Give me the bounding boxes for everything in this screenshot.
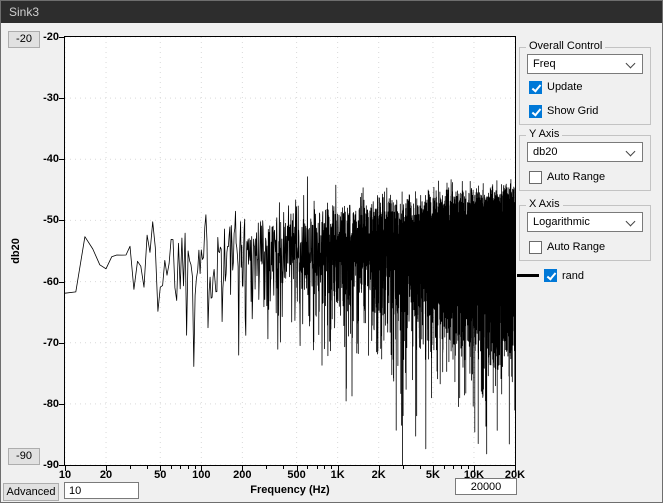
- overall-dropdown[interactable]: Freq: [527, 54, 643, 74]
- legend-line-sample: [517, 274, 539, 277]
- x-minor-tick-mark: [147, 466, 148, 469]
- y-auto-range-row[interactable]: Auto Range: [529, 170, 605, 184]
- show-grid-row[interactable]: Show Grid: [529, 104, 598, 118]
- update-checkbox[interactable]: [529, 81, 542, 94]
- advanced-button[interactable]: Advanced: [3, 483, 59, 501]
- x-tick-mark: [379, 466, 380, 471]
- x-minor-tick-mark: [283, 466, 284, 469]
- update-row[interactable]: Update: [529, 80, 582, 94]
- x-minor-tick-mark: [307, 466, 308, 469]
- group-overall-control: Overall Control Freq Update Show Grid: [519, 47, 651, 125]
- x-minor-tick-mark: [324, 466, 325, 469]
- x-minor-tick-mark: [188, 466, 189, 469]
- y-tick-mark: [59, 220, 64, 221]
- y-tick-label: -40: [23, 152, 59, 166]
- chevron-down-icon: [626, 217, 636, 227]
- plot-canvas[interactable]: [64, 36, 516, 466]
- x-minor-tick-mark: [453, 466, 454, 469]
- x-auto-range-label: Auto Range: [547, 241, 605, 253]
- y-axis-dropdown-value: db20: [533, 146, 557, 158]
- spectrum-chart: [65, 37, 515, 465]
- legend-rand-label: rand: [562, 270, 584, 282]
- titlebar[interactable]: Sink3: [1, 1, 662, 23]
- update-label: Update: [547, 81, 582, 93]
- y-axis-title: db20: [10, 221, 22, 281]
- x-minor-tick-mark: [317, 466, 318, 469]
- y-tick-mark: [59, 282, 64, 283]
- y-auto-range-checkbox[interactable]: [529, 171, 542, 184]
- x-max-input[interactable]: [455, 478, 517, 495]
- x-minor-tick-mark: [420, 466, 421, 469]
- y-auto-range-label: Auto Range: [547, 171, 605, 183]
- x-minor-tick-mark: [461, 466, 462, 469]
- x-axis-dropdown-value: Logarithmic: [533, 216, 590, 228]
- x-minor-tick-mark: [266, 466, 267, 469]
- x-tick-mark: [106, 466, 107, 471]
- y-tick-label: -50: [23, 213, 59, 227]
- x-tick-mark: [474, 466, 475, 471]
- x-minor-tick-mark: [195, 466, 196, 469]
- y-tick-mark: [59, 343, 64, 344]
- group-y-axis-title: Y Axis: [526, 128, 562, 140]
- x-minor-tick-mark: [403, 466, 404, 469]
- y-tick-mark: [59, 465, 64, 466]
- group-y-axis: Y Axis db20 Auto Range: [519, 135, 651, 191]
- chevron-down-icon: [626, 59, 636, 69]
- x-tick-mark: [338, 466, 339, 471]
- window-body: -20 -90 db20 Frequency (Hz) -20-30-40-50…: [1, 23, 662, 502]
- group-overall-title: Overall Control: [526, 40, 605, 52]
- y-tick-label: -60: [23, 275, 59, 289]
- x-auto-range-row[interactable]: Auto Range: [529, 240, 605, 254]
- y-tick-label: -20: [23, 30, 59, 44]
- x-minor-tick-mark: [331, 466, 332, 469]
- y-tick-mark: [59, 37, 64, 38]
- x-minor-tick-mark: [468, 466, 469, 469]
- chevron-down-icon: [626, 147, 636, 157]
- y-tick-label: -80: [23, 397, 59, 411]
- x-auto-range-checkbox[interactable]: [529, 241, 542, 254]
- y-tick-label: -70: [23, 336, 59, 350]
- x-minor-tick-mark: [444, 466, 445, 469]
- show-grid-label: Show Grid: [547, 105, 598, 117]
- overall-dropdown-value: Freq: [533, 58, 556, 70]
- x-tick-mark: [297, 466, 298, 471]
- x-tick-mark: [65, 466, 66, 471]
- x-axis-dropdown[interactable]: Logarithmic: [527, 212, 643, 232]
- legend-rand-checkbox[interactable]: [544, 269, 557, 282]
- group-x-axis: X Axis Logarithmic Auto Range: [519, 205, 651, 261]
- legend: rand: [517, 269, 584, 282]
- window-title: Sink3: [9, 5, 39, 19]
- x-tick-mark: [160, 466, 161, 471]
- x-tick-mark: [515, 466, 516, 471]
- x-tick-mark: [433, 466, 434, 471]
- x-tick-mark: [242, 466, 243, 471]
- y-tick-label: -30: [23, 91, 59, 105]
- x-minor-tick-mark: [130, 466, 131, 469]
- x-minor-tick-mark: [171, 466, 172, 469]
- x-tick-mark: [201, 466, 202, 471]
- y-tick-mark: [59, 159, 64, 160]
- group-x-axis-title: X Axis: [526, 198, 563, 210]
- sink-window: Sink3 -20 -90 db20 Frequency (Hz) -20-30…: [0, 0, 663, 503]
- show-grid-checkbox[interactable]: [529, 105, 542, 118]
- x-minor-tick-mark: [180, 466, 181, 469]
- y-tick-mark: [59, 404, 64, 405]
- x-min-input[interactable]: [64, 482, 139, 499]
- y-tick-mark: [59, 98, 64, 99]
- y-axis-dropdown[interactable]: db20: [527, 142, 643, 162]
